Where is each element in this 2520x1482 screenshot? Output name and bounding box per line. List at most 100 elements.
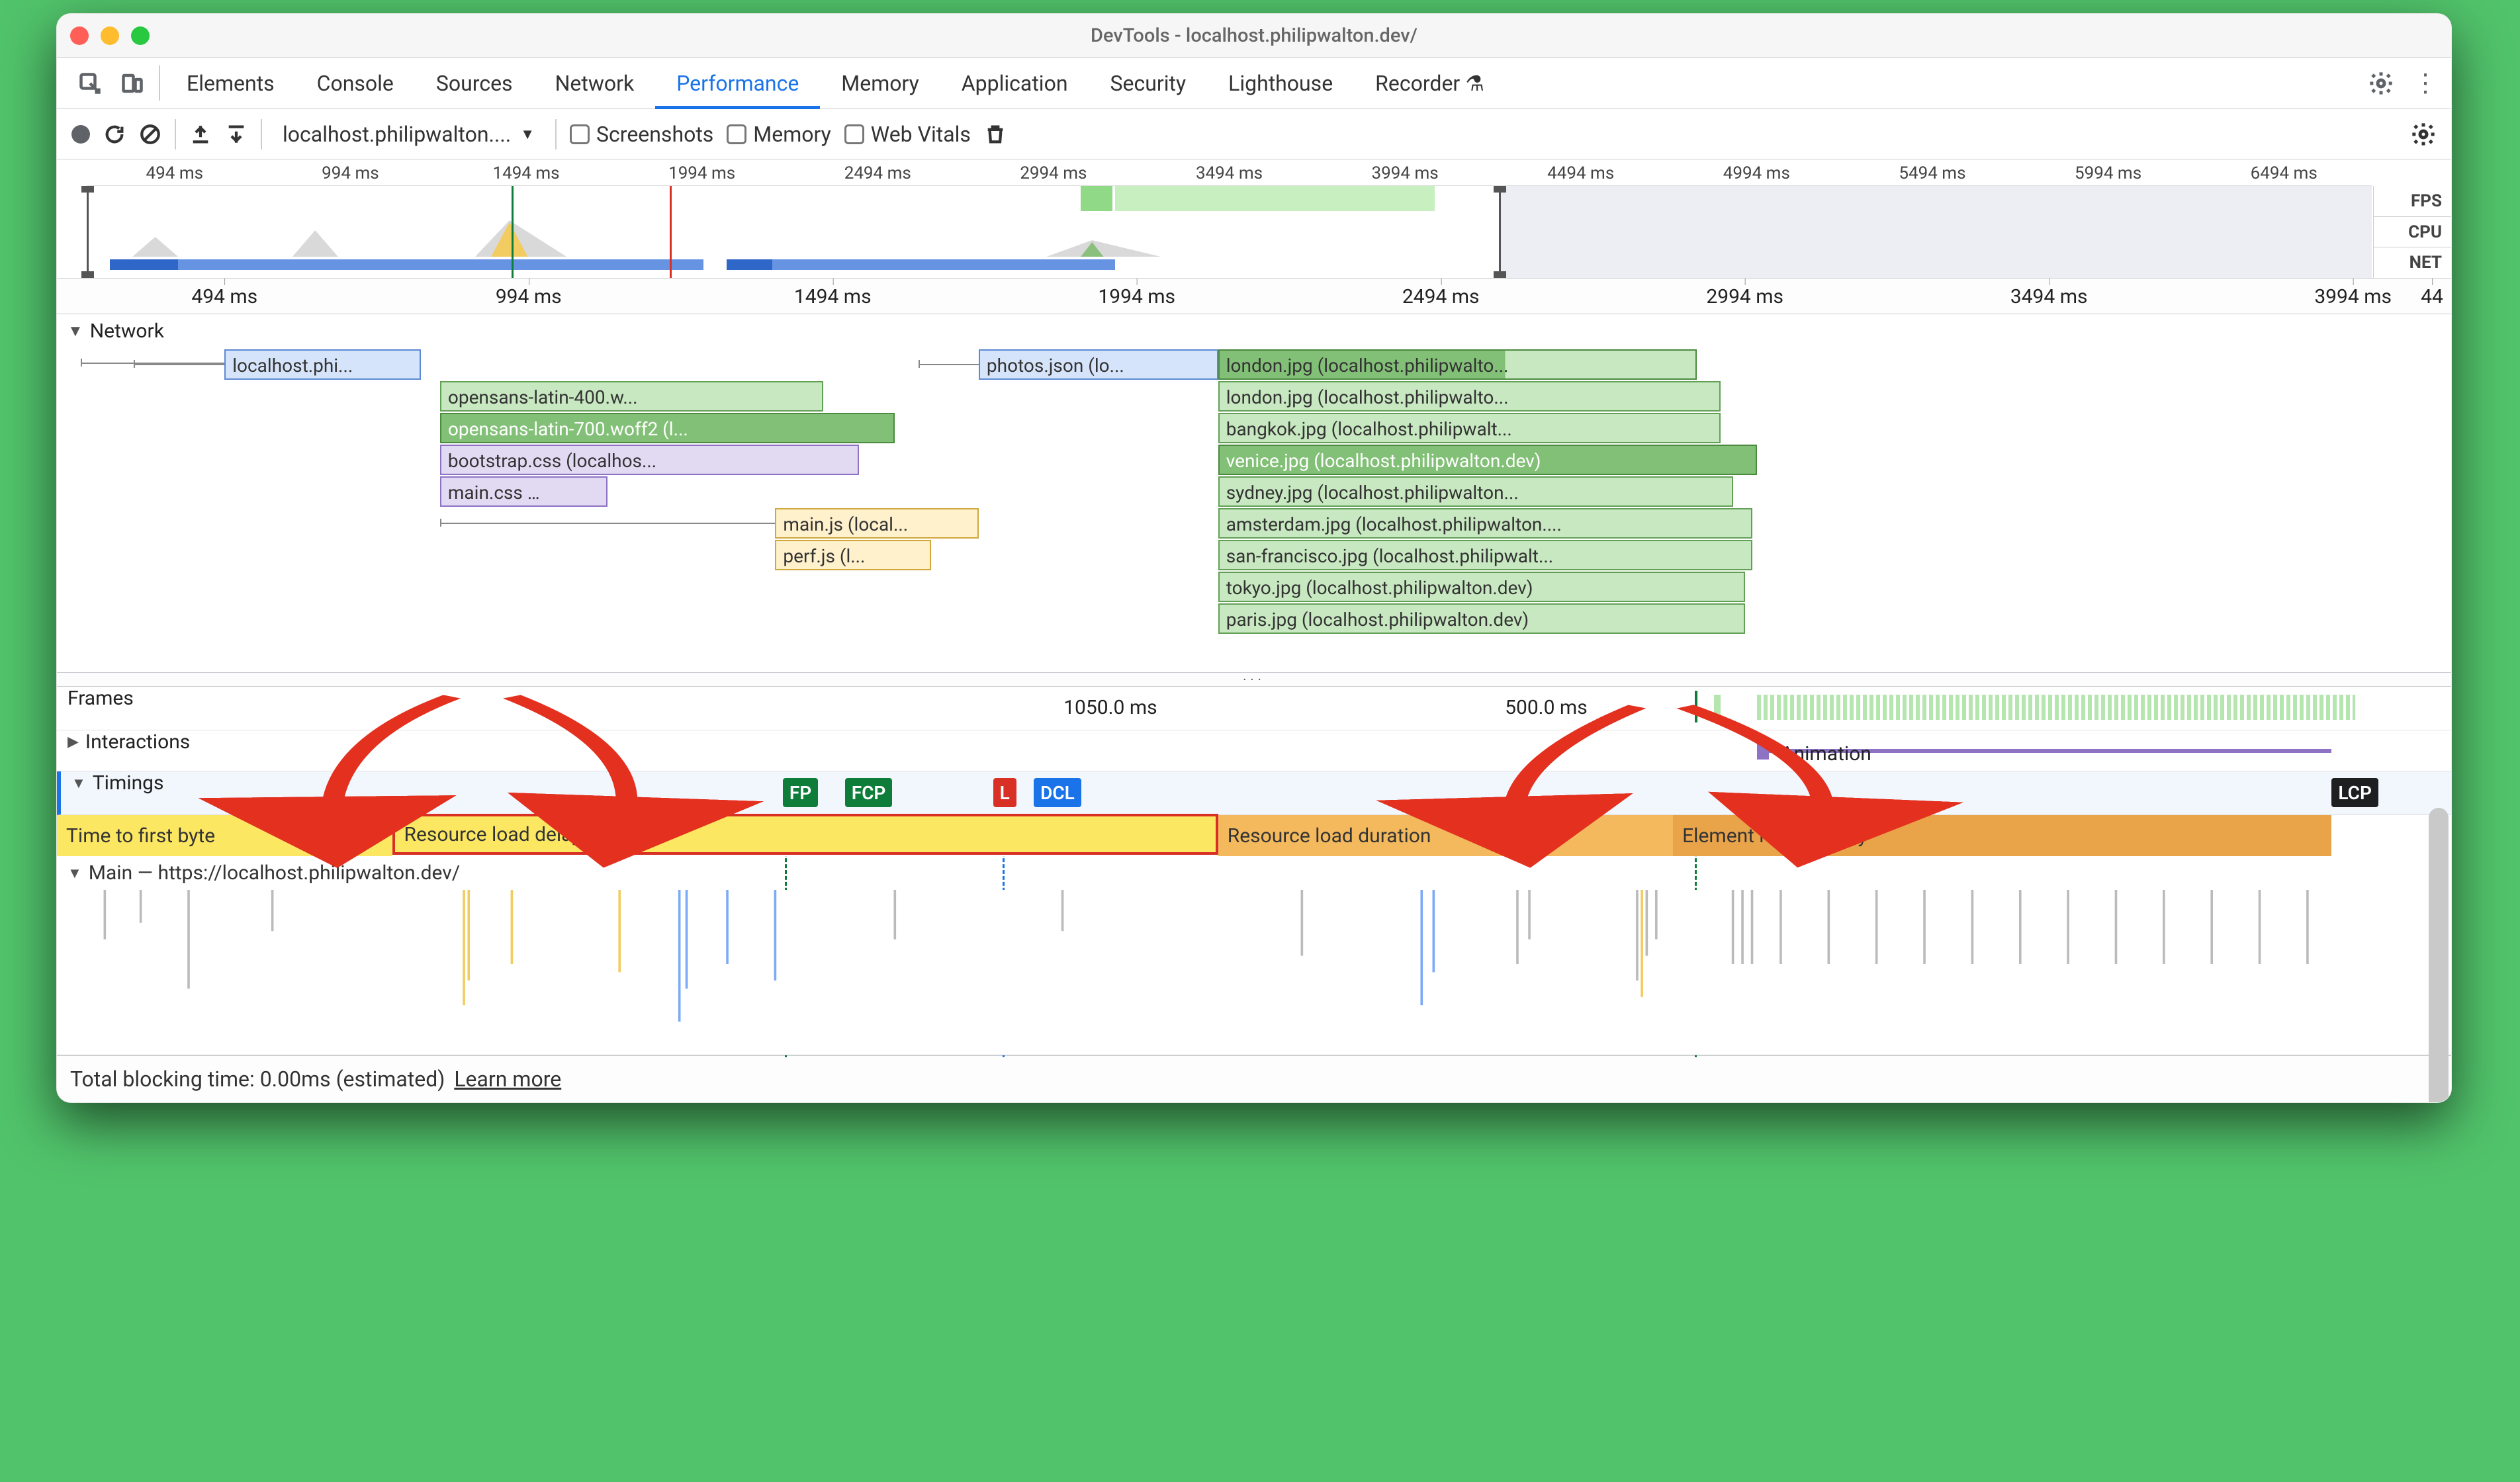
interactions-track[interactable]: ▶Interactions Animation <box>57 730 2451 771</box>
network-request[interactable]: main.css … <box>440 476 608 507</box>
overview-timeline[interactable]: 494 ms994 ms1494 ms1994 ms2494 ms2994 ms… <box>57 159 2451 279</box>
overview-tick: 4994 ms <box>1723 163 1790 183</box>
timing-badge-lcp[interactable]: LCP <box>2331 778 2378 807</box>
frame-duration-0: 1050.0 ms <box>1063 696 1157 719</box>
load-profile-icon[interactable] <box>189 123 212 146</box>
collapsed-rows-indicator[interactable]: ··· <box>57 672 2451 687</box>
network-request[interactable]: venice.jpg (localhost.philipwalton.dev) <box>1218 445 1757 475</box>
frame-duration-1: 500.0 ms <box>1505 696 1588 719</box>
checkbox-memory[interactable]: Memory <box>727 122 831 147</box>
detail-tick: 994 ms <box>496 285 562 308</box>
learn-more-link[interactable]: Learn more <box>454 1067 561 1092</box>
tab-application[interactable]: Application <box>940 58 1089 109</box>
interactions-label: Interactions <box>85 730 190 754</box>
timing-badge-fcp[interactable]: FCP <box>845 778 893 807</box>
overview-tick: 3494 ms <box>1196 163 1263 183</box>
tab-performance[interactable]: Performance <box>655 58 820 109</box>
overview-tick: 1994 ms <box>668 163 735 183</box>
network-request[interactable]: london.jpg (localhost.philipwalto... <box>1218 381 1721 412</box>
capture-settings-icon[interactable] <box>2410 121 2437 148</box>
network-request[interactable]: amsterdam.jpg (localhost.philipwalton...… <box>1218 508 1752 539</box>
tab-network[interactable]: Network <box>534 58 656 109</box>
frames-label: Frames <box>68 687 134 710</box>
network-request[interactable]: bangkok.jpg (localhost.philipwalt... <box>1218 413 1721 443</box>
close-window-icon[interactable] <box>70 26 89 45</box>
network-request[interactable]: perf.js (l... <box>775 540 930 570</box>
detail-tick: 3494 ms <box>2010 285 2088 308</box>
detail-tick: 1994 ms <box>1098 285 1175 308</box>
timing-badge-fp[interactable]: FP <box>783 778 818 807</box>
tab-memory[interactable]: Memory <box>820 58 940 109</box>
main-thread-header[interactable]: ▼ Main — https://localhost.philipwalton.… <box>57 856 2451 890</box>
overview-selection-handle-right[interactable] <box>1499 186 1501 278</box>
toggle-device-icon[interactable] <box>111 58 154 109</box>
overview-tick: 3994 ms <box>1372 163 1439 183</box>
kebab-menu-icon[interactable]: ⋮ <box>2413 68 2438 98</box>
animation-label: Animation <box>1781 742 1871 765</box>
record-icon[interactable] <box>71 125 90 144</box>
tab-console[interactable]: Console <box>296 58 415 109</box>
lcp-segment[interactable]: Resource load delay <box>392 814 1218 855</box>
network-request[interactable]: opensans-latin-400.w... <box>440 381 823 412</box>
profile-selector-dropdown[interactable]: localhost.philipwalton.... ▼ <box>275 118 542 150</box>
network-request[interactable]: london.jpg (localhost.philipwalto... <box>1218 349 1697 380</box>
traffic-lights[interactable] <box>70 26 150 45</box>
network-request[interactable]: opensans-latin-700.woff2 (l... <box>440 413 895 443</box>
clear-icon[interactable] <box>139 123 161 146</box>
tab-lighthouse[interactable]: Lighthouse <box>1207 58 1354 109</box>
network-request[interactable]: paris.jpg (localhost.philipwalton.dev) <box>1218 603 1745 634</box>
window-titlebar: DevTools - localhost.philipwalton.dev/ <box>57 14 2451 58</box>
overview-tick: 2994 ms <box>1020 163 1087 183</box>
detail-tick: 1494 ms <box>794 285 872 308</box>
overview-selection-handle-left[interactable] <box>87 186 89 278</box>
network-request[interactable]: bootstrap.css (localhos... <box>440 445 859 475</box>
network-waterfall[interactable]: localhost.phi... opensans-latin-400.w...o… <box>57 348 2451 672</box>
tab-elements[interactable]: Elements <box>165 58 296 109</box>
lcp-segment[interactable]: Time to first byte <box>57 815 392 856</box>
timings-track[interactable]: ▼Timings FPFCPLDCLLCP <box>57 771 2451 815</box>
timings-label: Timings <box>93 771 164 795</box>
settings-icon[interactable] <box>2368 70 2394 97</box>
network-request[interactable]: san-francisco.jpg (localhost.philipwalt.… <box>1218 540 1752 570</box>
checkbox-web-vitals[interactable]: Web Vitals <box>844 122 971 147</box>
network-request[interactable]: localhost.phi... <box>224 349 421 380</box>
tab-sources[interactable]: Sources <box>415 58 534 109</box>
main-thread-flame[interactable] <box>57 890 2451 1055</box>
network-request[interactable]: main.js (local... <box>775 508 979 539</box>
timing-badge-dcl[interactable]: DCL <box>1034 778 1081 807</box>
frames-track[interactable]: Frames 1050.0 ms 500.0 ms <box>57 687 2451 730</box>
reload-record-icon[interactable] <box>103 123 126 146</box>
overview-label-fps: FPS <box>2374 186 2451 217</box>
chevron-down-icon: ▼ <box>520 126 535 143</box>
overview-label-cpu: CPU <box>2374 217 2451 248</box>
network-request[interactable]: sydney.jpg (localhost.philipwalton... <box>1218 476 1733 507</box>
lcp-segment[interactable]: Element render delay <box>1673 815 2331 856</box>
overview-tick: 1494 ms <box>492 163 559 183</box>
vertical-scrollbar[interactable] <box>2429 808 2449 1103</box>
lower-tracks: Frames 1050.0 ms 500.0 ms ▶Interactions … <box>57 687 2451 1055</box>
tab-security[interactable]: Security <box>1089 58 1207 109</box>
network-section-header[interactable]: ▼ Network <box>57 314 2451 348</box>
timing-badge-l[interactable]: L <box>993 778 1016 807</box>
devtools-main-tabs: Elements Console Sources Network Perform… <box>57 58 2451 109</box>
maximize-window-icon[interactable] <box>131 26 150 45</box>
tab-recorder[interactable]: Recorder ⚗ <box>1354 58 1506 109</box>
minimize-window-icon[interactable] <box>101 26 119 45</box>
performance-toolbar: localhost.philipwalton.... ▼ Screenshots… <box>57 109 2451 159</box>
flame-chart-stub <box>57 890 2451 1055</box>
inspect-element-icon[interactable] <box>69 58 111 109</box>
network-request[interactable]: tokyo.jpg (localhost.philipwalton.dev) <box>1218 572 1745 602</box>
detail-ruler[interactable]: 494 ms994 ms1494 ms1994 ms2494 ms2994 ms… <box>57 279 2451 314</box>
blocking-time-label: Total blocking time: 0.00ms (estimated) <box>70 1067 445 1092</box>
overview-label-net: NET <box>2374 247 2451 278</box>
checkbox-screenshots[interactable]: Screenshots <box>570 122 713 147</box>
profile-selector-label: localhost.philipwalton.... <box>283 122 511 147</box>
lcp-breakdown-track[interactable]: Time to first byteResource load delayRes… <box>57 815 2451 856</box>
detail-tick: 494 ms <box>191 285 257 308</box>
overview-tick: 4494 ms <box>1547 163 1614 183</box>
detail-tick: 3994 ms <box>2314 285 2392 308</box>
save-profile-icon[interactable] <box>225 123 248 146</box>
network-request[interactable]: photos.json (lo... <box>979 349 1218 380</box>
trash-icon[interactable] <box>984 123 1007 146</box>
lcp-segment[interactable]: Resource load duration <box>1218 815 1673 856</box>
